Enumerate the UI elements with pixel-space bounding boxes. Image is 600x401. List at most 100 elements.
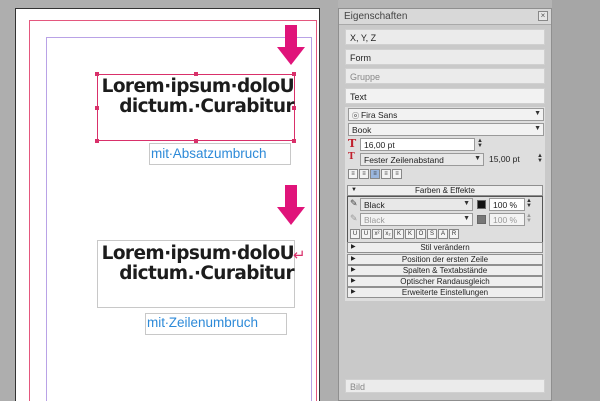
subscript-icon[interactable]: x₂ — [383, 229, 393, 239]
properties-panel: Eigenschaften × X, Y, Z Form Gruppe Text… — [338, 8, 552, 401]
fill-shade-value: 100 % — [493, 215, 518, 225]
triangle-right-icon: ▶ — [351, 289, 356, 295]
triangle-right-icon: ▶ — [351, 267, 356, 273]
section-form[interactable]: Form — [345, 49, 545, 65]
fill-color-icon: ✎ — [350, 213, 358, 223]
triangle-right-icon: ▶ — [351, 278, 356, 284]
subsection-spalten[interactable]: ▶ Spalten & Textabstände — [347, 265, 543, 276]
fill-color-value: Black — [364, 215, 385, 225]
line-spacing-field[interactable]: 15,00 pt — [486, 153, 536, 166]
caption-text: mit∙Zeilenumbruch — [147, 315, 259, 330]
align-center-icon[interactable]: ≡ — [359, 169, 369, 179]
font-size-stepper[interactable]: ▲ ▼ — [477, 138, 483, 150]
allcaps-icon[interactable]: K — [394, 229, 404, 239]
app-window: Lorem∙ipsum∙doloU dictum.∙Curabitur mit∙… — [0, 0, 600, 401]
reverse-icon[interactable]: R — [449, 229, 459, 239]
text-frame-line-break[interactable]: Lorem∙ipsum∙doloU dictum.∙Curabitur — [97, 240, 295, 308]
font-size-field[interactable]: 16,00 pt — [360, 138, 475, 151]
subsection-randausgleich[interactable]: ▶ Optischer Randausgleich — [347, 276, 543, 287]
frame-heading: Lorem∙ipsum∙doloU dictum.∙Curabitur — [100, 76, 295, 117]
subsection-label: Optischer Randausgleich — [400, 277, 490, 286]
chevron-down-icon: ▼ — [534, 110, 541, 117]
triangle-down-icon: ▼ — [351, 187, 357, 193]
selection-handle[interactable] — [292, 139, 296, 143]
smallcaps-icon[interactable]: K — [405, 229, 415, 239]
effects-header-label: Farben & Effekte — [415, 186, 475, 195]
heading-line: dictum.∙Curabitur — [119, 263, 294, 284]
shadow-icon[interactable]: S — [427, 229, 437, 239]
line-spacing-stepper[interactable]: ▲ ▼ — [537, 153, 543, 165]
font-icon: ⓞ — [352, 113, 361, 120]
fill-color-select[interactable]: Black ▼ — [360, 213, 473, 226]
arrow-down-icon — [277, 25, 305, 67]
underline-words-icon[interactable]: U — [361, 229, 371, 239]
align-left-icon[interactable]: ≡ — [348, 169, 358, 179]
heading-line: Lorem∙ipsum∙doloU — [101, 76, 295, 97]
font-style-select[interactable]: Book ▼ — [348, 123, 544, 136]
heading-line: Lorem∙ipsum∙doloU — [101, 243, 295, 264]
subsection-label: Spalten & Textabstände — [402, 266, 488, 275]
align-right-icon[interactable]: ≡ — [370, 169, 380, 179]
arrow-down-icon — [277, 185, 305, 227]
stroke-color-icon: ✎ — [350, 198, 358, 208]
font-family-select[interactable]: ⓞ Fira Sans ▼ — [348, 108, 544, 121]
stroke-color-value: Black — [364, 200, 385, 210]
section-text[interactable]: Text — [345, 88, 545, 104]
subsection-label: Position der ersten Zeile — [401, 255, 489, 264]
selection-handle[interactable] — [95, 106, 99, 110]
line-spacing-value: 15,00 pt — [489, 154, 520, 164]
subsection-stil[interactable]: ▶ Stil verändern — [347, 242, 543, 253]
section-bild[interactable]: Bild — [345, 379, 545, 393]
caption-frame[interactable]: mit∙Zeilenumbruch — [145, 313, 287, 335]
subsection-label: Stil verändern — [420, 243, 470, 252]
underline-icon[interactable]: U — [350, 229, 360, 239]
align-force-icon[interactable]: ≡ — [392, 169, 402, 179]
stroke-shade-value: 100 % — [493, 200, 518, 210]
font-size-value: 16,00 pt — [364, 140, 395, 150]
subsection-position[interactable]: ▶ Position der ersten Zeile — [347, 254, 543, 265]
strikeout-icon[interactable]: A — [438, 229, 448, 239]
selection-handle[interactable] — [95, 139, 99, 143]
align-justify-icon[interactable]: ≡ — [381, 169, 391, 179]
document-canvas[interactable]: Lorem∙ipsum∙doloU dictum.∙Curabitur mit∙… — [0, 0, 338, 401]
stroke-shade-field[interactable]: 100 % — [489, 198, 525, 211]
selection-handle[interactable] — [292, 72, 296, 76]
selection-handle[interactable] — [95, 72, 99, 76]
right-margin-strip — [552, 0, 600, 401]
subsection-erweitert[interactable]: ▶ Erweiterte Einstellungen — [347, 287, 543, 298]
line-break-marker-icon: ↵ — [293, 246, 306, 264]
section-gruppe[interactable]: Gruppe — [345, 68, 545, 84]
stroke-shade-stepper[interactable]: ▲ ▼ — [526, 198, 532, 210]
text-frame-paragraph-break[interactable]: Lorem∙ipsum∙doloU dictum.∙Curabitur — [95, 72, 296, 143]
selection-handle[interactable] — [194, 72, 198, 76]
fill-shade-field[interactable]: 100 % — [489, 213, 525, 226]
superscript-icon[interactable]: x² — [372, 229, 382, 239]
font-family-value: Fira Sans — [360, 110, 398, 120]
outline-icon[interactable]: O — [416, 229, 426, 239]
effects-header[interactable]: ▼ Farben & Effekte — [347, 185, 543, 196]
line-spacing-icon: T — [348, 152, 355, 162]
chevron-down-icon: ▼ — [463, 200, 470, 207]
triangle-right-icon: ▶ — [351, 244, 356, 250]
chevron-down-icon: ▼ — [474, 155, 481, 162]
subsection-label: Erweiterte Einstellungen — [401, 288, 489, 297]
line-spacing-mode-value: Fester Zeilenabstand — [364, 155, 444, 165]
heading-line: dictum.∙Curabitur — [119, 96, 294, 117]
close-icon[interactable]: × — [538, 11, 548, 21]
stroke-color-select[interactable]: Black ▼ — [360, 198, 473, 211]
selection-handle[interactable] — [292, 106, 296, 110]
fill-shade-stepper[interactable]: ▲ ▼ — [526, 213, 532, 225]
triangle-right-icon: ▶ — [351, 256, 356, 262]
fill-swatch — [477, 215, 486, 224]
frame-heading: Lorem∙ipsum∙doloU dictum.∙Curabitur — [100, 243, 295, 284]
caption-frame[interactable]: mit∙Absatzumbruch — [149, 143, 291, 165]
chevron-down-icon: ▼ — [534, 125, 541, 132]
line-spacing-mode-select[interactable]: Fester Zeilenabstand ▼ — [360, 153, 484, 166]
effects-box: ✎ Black ▼ 100 % ▲ ▼ ✎ Black ▼ 100 % ▲ ▼ U … — [347, 196, 543, 244]
stroke-swatch — [477, 200, 486, 209]
font-size-icon: T — [348, 137, 357, 150]
section-xyz[interactable]: X, Y, Z — [345, 29, 545, 45]
panel-title: Eigenschaften — [339, 9, 551, 25]
caption-text: mit∙Absatzumbruch — [151, 146, 267, 161]
chevron-down-icon: ▼ — [463, 215, 470, 222]
